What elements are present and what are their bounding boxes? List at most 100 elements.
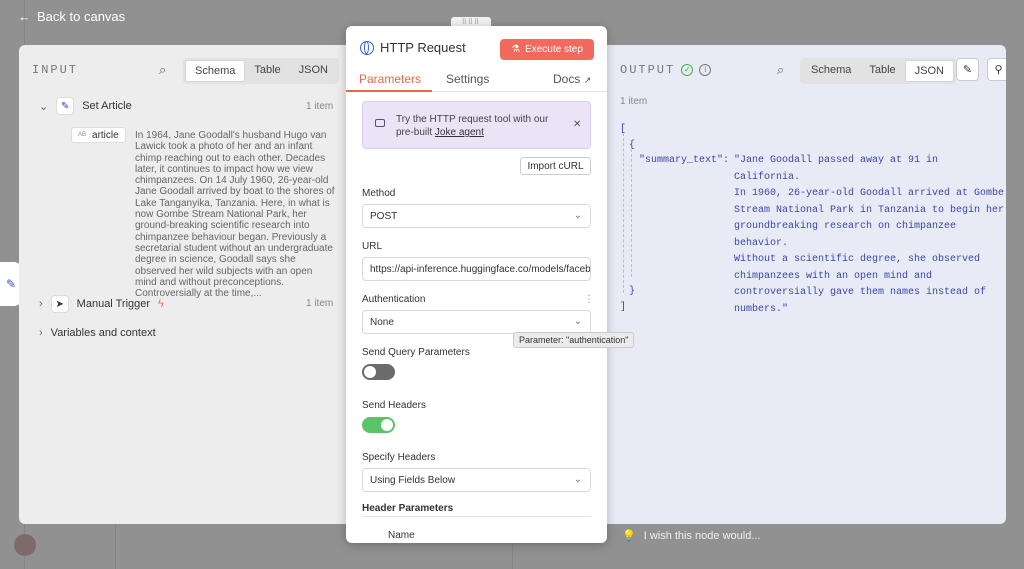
set-article-label: Set Article (82, 100, 132, 112)
json-value-line: chimpanzees with an open mind and (734, 270, 933, 282)
active-tab-indicator (346, 90, 432, 92)
joke-agent-link[interactable]: Joke agent (435, 127, 484, 138)
send-headers-toggle[interactable] (362, 417, 395, 433)
specify-headers-label: Specify Headers (362, 452, 436, 463)
send-query-label: Send Query Parameters (362, 347, 470, 358)
set-article-count: 1 item (306, 101, 334, 112)
json-value[interactable]: "Jane Goodall passed away at 91 in Calif… (734, 153, 1006, 318)
specify-headers-select[interactable]: Using Fields Below ⌄ (362, 468, 591, 492)
chevron-down-icon: ⌄ (573, 316, 582, 327)
output-tab-table[interactable]: Table (860, 60, 904, 82)
lightning-icon: ϟ (158, 298, 164, 310)
cursor-icon: ➤ (50, 295, 69, 313)
url-label: URL (362, 241, 383, 252)
json-value-line: "Jane Goodall passed away at 91 in Calif… (734, 155, 939, 183)
edit-output-button[interactable]: ✎ (956, 58, 979, 81)
specify-headers-value: Using Fields Below (370, 474, 456, 486)
output-tabs: Schema Table JSON (800, 58, 956, 84)
back-to-canvas-button[interactable]: ← Back to canvas (18, 9, 125, 24)
article-value: In 1964, Jane Goodall's husband Hugo van… (135, 130, 335, 300)
parameter-panel: HTTP Request ⚗ Execute step Parameters S… (346, 26, 607, 543)
search-icon[interactable]: ⌕ (777, 62, 784, 78)
node-header: HTTP Request (360, 40, 466, 55)
tab-docs[interactable]: Docs ↗ (553, 72, 591, 86)
string-type-icon: AB (78, 132, 87, 138)
input-tab-json[interactable]: JSON (290, 60, 337, 82)
tab-parameters[interactable]: Parameters (359, 72, 421, 86)
output-pane: OUTPUT ✓ i ⌕ Schema Table JSON ✎ ⚲ 1 ite… (607, 45, 1006, 524)
flask-icon: ⚗ (511, 44, 521, 55)
check-circle-icon: ✓ (681, 64, 694, 76)
method-label: Method (362, 188, 396, 199)
toggle-knob (381, 419, 393, 431)
node-tabs: Parameters Settings Docs ↗ (346, 70, 607, 92)
manual-trigger-row[interactable]: › ➤ Manual Trigger ϟ (39, 295, 164, 313)
joke-agent-banner: Try the HTTP request tool with our pre-b… (362, 101, 591, 149)
chevron-down-icon: ⌄ (573, 210, 582, 221)
docs-label: Docs (553, 72, 581, 86)
authentication-label: Authentication (362, 294, 426, 305)
manual-trigger-label: Manual Trigger (76, 298, 151, 310)
globe-icon (360, 40, 374, 55)
pencil-icon: ✎ (5, 277, 17, 291)
pin-icon: ⚲ (994, 64, 1003, 76)
output-header: OUTPUT ✓ i (620, 63, 712, 77)
chevron-right-icon: › (39, 298, 43, 310)
input-tab-schema[interactable]: Schema (185, 60, 246, 82)
json-value-line: groundbreaking research on chimpanzee be… (734, 221, 957, 249)
send-query-toggle[interactable] (362, 364, 395, 380)
set-article-row[interactable]: ⌄ ✎ Set Article (39, 97, 132, 115)
json-open-brace: { (629, 140, 636, 151)
search-icon[interactable]: ⌕ (159, 62, 166, 78)
output-tab-json[interactable]: JSON (904, 60, 954, 82)
tab-settings[interactable]: Settings (446, 72, 489, 86)
json-open-bracket: [ (620, 124, 627, 135)
avatar[interactable] (14, 534, 36, 556)
article-field-pill[interactable]: AB article (71, 127, 126, 143)
close-icon[interactable]: ✕ (573, 119, 581, 130)
node-title[interactable]: HTTP Request (380, 40, 466, 55)
json-value-line: controversially gave them names instead … (734, 287, 987, 298)
input-tabs: Schema Table JSON (183, 58, 339, 84)
info-icon[interactable]: i (699, 64, 712, 76)
url-input[interactable]: https://api-inference.huggingface.co/mod… (362, 257, 591, 281)
json-close-bracket: ] (620, 302, 627, 313)
json-value-line: In 1960, 26-year-old Goodall arrived at … (734, 188, 1005, 199)
variables-row[interactable]: › Variables and context (39, 327, 156, 339)
variables-label: Variables and context (50, 327, 156, 339)
manual-trigger-count: 1 item (306, 298, 334, 309)
output-count: 1 item (620, 96, 648, 107)
arrow-left-icon: ← (18, 9, 31, 24)
input-title: INPUT (32, 63, 79, 77)
url-value: https://api-inference.huggingface.co/mod… (370, 263, 591, 275)
input-pane: INPUT ⌕ Schema Table JSON ⌄ ✎ Set Articl… (19, 45, 348, 524)
name-label: Name (388, 530, 415, 541)
output-tab-schema[interactable]: Schema (802, 60, 860, 82)
json-guide-line (631, 149, 632, 277)
robot-icon (375, 119, 385, 127)
json-value-line: Stream National Park in Tanzania to begi… (734, 204, 1005, 216)
authentication-value: None (370, 316, 394, 328)
execute-step-label: Execute step (525, 44, 583, 55)
json-close-brace: } (629, 286, 636, 297)
chevron-down-icon: ⌄ (573, 474, 582, 485)
send-headers-label: Send Headers (362, 400, 426, 411)
authentication-select[interactable]: None ⌄ (362, 310, 591, 334)
divider (362, 516, 591, 517)
json-value-line: Without a scientific degree, she observe… (734, 254, 981, 265)
json-guide-line (623, 133, 624, 293)
method-select[interactable]: POST ⌄ (362, 204, 591, 228)
pin-output-button[interactable]: ⚲ (987, 58, 1006, 81)
input-tab-table[interactable]: Table (245, 60, 289, 82)
execute-step-button[interactable]: ⚗ Execute step (500, 39, 594, 60)
parameter-tooltip: Parameter: "authentication" (513, 332, 635, 348)
article-field-name: article (92, 129, 119, 141)
import-curl-button[interactable]: Import cURL (520, 157, 591, 175)
lightbulb-icon: 💡 (622, 530, 636, 542)
feedback-prompt[interactable]: 💡 I wish this node would... (622, 529, 761, 543)
external-link-icon: ↗ (583, 75, 592, 85)
chevron-down-icon: ⌄ (39, 100, 49, 113)
more-options-icon[interactable]: ⋮ (584, 294, 594, 305)
json-key: "summary_text": (639, 155, 730, 166)
pencil-icon: ✎ (56, 97, 75, 115)
